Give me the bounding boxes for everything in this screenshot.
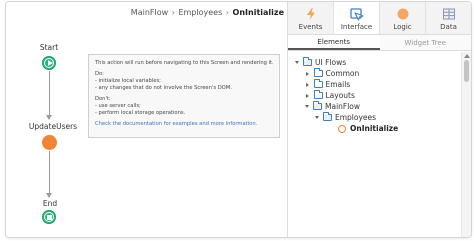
caret-down-icon[interactable] <box>315 116 319 119</box>
connector-arrow <box>46 193 52 198</box>
note-do-item: - initialize local variables; <box>95 78 161 84</box>
tree-item-layouts[interactable]: Layouts <box>305 90 355 101</box>
start-node[interactable] <box>42 56 56 70</box>
tab-logic[interactable]: Logic <box>380 2 426 34</box>
breadcrumb-item-employees[interactable]: Employees <box>178 8 222 17</box>
data-grid-icon <box>442 6 456 20</box>
documentation-link[interactable]: Check the documentation for examples and… <box>95 121 273 128</box>
caret-down-icon[interactable] <box>305 105 309 108</box>
right-panel: Events Interface Logic Data Elements Wid… <box>287 2 471 237</box>
tree-item-employees[interactable]: Employees <box>315 112 376 123</box>
note-dont-item: - use server calls; <box>95 103 141 109</box>
note-dont-title: Don't: <box>95 96 111 102</box>
tree-item-label: UI Flows <box>315 58 347 67</box>
client-action-icon <box>338 124 346 133</box>
tree-item-label: Emails <box>325 80 351 89</box>
logic-icon <box>396 6 410 20</box>
caret-right-icon[interactable] <box>306 71 309 76</box>
action-comment-note[interactable]: This action will run before navigating t… <box>88 54 280 138</box>
subtab-elements[interactable]: Elements <box>288 35 380 50</box>
tab-label: Events <box>298 23 323 31</box>
end-node-ring <box>44 212 54 222</box>
caret-right-icon[interactable] <box>306 82 309 87</box>
folder-icon <box>313 68 323 77</box>
end-node[interactable] <box>42 210 56 224</box>
panel-tabs: Events Interface Logic Data <box>288 2 471 35</box>
screen-icon <box>323 112 332 121</box>
folder-icon <box>303 57 312 66</box>
tree-item-mainflow[interactable]: MainFlow <box>305 101 360 112</box>
tree-item-label: OnInitialize <box>350 124 399 133</box>
note-dont-item: - perform local storage operations. <box>95 110 186 116</box>
note-intro: This action will run before navigating t… <box>95 60 274 66</box>
tree-scrollbar[interactable] <box>461 52 471 237</box>
folder-icon <box>313 90 323 99</box>
tree-item-label: Common <box>325 69 360 78</box>
tree-item-label: Layouts <box>325 91 355 100</box>
caret-down-icon[interactable] <box>295 61 299 64</box>
app-window: MainFlow › Employees › OnInitialize Star… <box>5 1 472 238</box>
connector-line <box>49 71 50 115</box>
tab-label: Logic <box>393 23 412 31</box>
tree-item-emails[interactable]: Emails <box>305 79 350 90</box>
tree-item-ui-flows[interactable]: UI Flows <box>295 57 346 68</box>
scroll-up-arrow-icon[interactable] <box>464 54 470 58</box>
action-node[interactable] <box>42 135 57 150</box>
start-node-label: Start <box>39 43 59 52</box>
elements-tree: UI Flows Common Emails Layouts MainFlow <box>288 52 461 237</box>
scroll-thumb[interactable] <box>464 60 469 82</box>
connector-arrow <box>46 115 52 120</box>
tree-item-label: MainFlow <box>325 102 361 111</box>
tab-label: Data <box>440 23 457 31</box>
interface-icon <box>349 6 364 21</box>
panel-subtabs: Elements Widget Tree <box>288 35 471 51</box>
tab-label: Interface <box>340 23 373 31</box>
breadcrumb-current: OnInitialize <box>232 8 284 17</box>
folder-icon <box>313 79 323 88</box>
note-do-title: Do: <box>95 71 104 77</box>
breadcrumb-separator: › <box>225 8 229 17</box>
start-node-ring <box>44 58 54 68</box>
caret-right-icon[interactable] <box>306 93 309 98</box>
tab-events[interactable]: Events <box>288 2 334 34</box>
tree-item-common[interactable]: Common <box>305 68 359 79</box>
tree-item-label: Employees <box>335 113 377 122</box>
tab-data[interactable]: Data <box>426 2 471 34</box>
lightning-icon <box>304 6 318 20</box>
breadcrumb-separator: › <box>171 8 175 17</box>
note-do-item: - any changes that do not involve the Sc… <box>95 85 232 91</box>
tree-item-oninitialize[interactable]: OnInitialize <box>338 123 398 134</box>
action-node-label: UpdateUsers <box>28 122 78 131</box>
breadcrumb-item-mainflow[interactable]: MainFlow <box>131 8 168 17</box>
subtab-widget-tree[interactable]: Widget Tree <box>379 35 471 50</box>
flow-canvas[interactable]: MainFlow › Employees › OnInitialize Star… <box>6 2 287 237</box>
connector-line <box>49 151 50 195</box>
end-node-label: End <box>42 199 58 208</box>
breadcrumb: MainFlow › Employees › OnInitialize <box>131 8 284 17</box>
tab-interface[interactable]: Interface <box>334 2 380 34</box>
folder-icon <box>313 101 322 110</box>
